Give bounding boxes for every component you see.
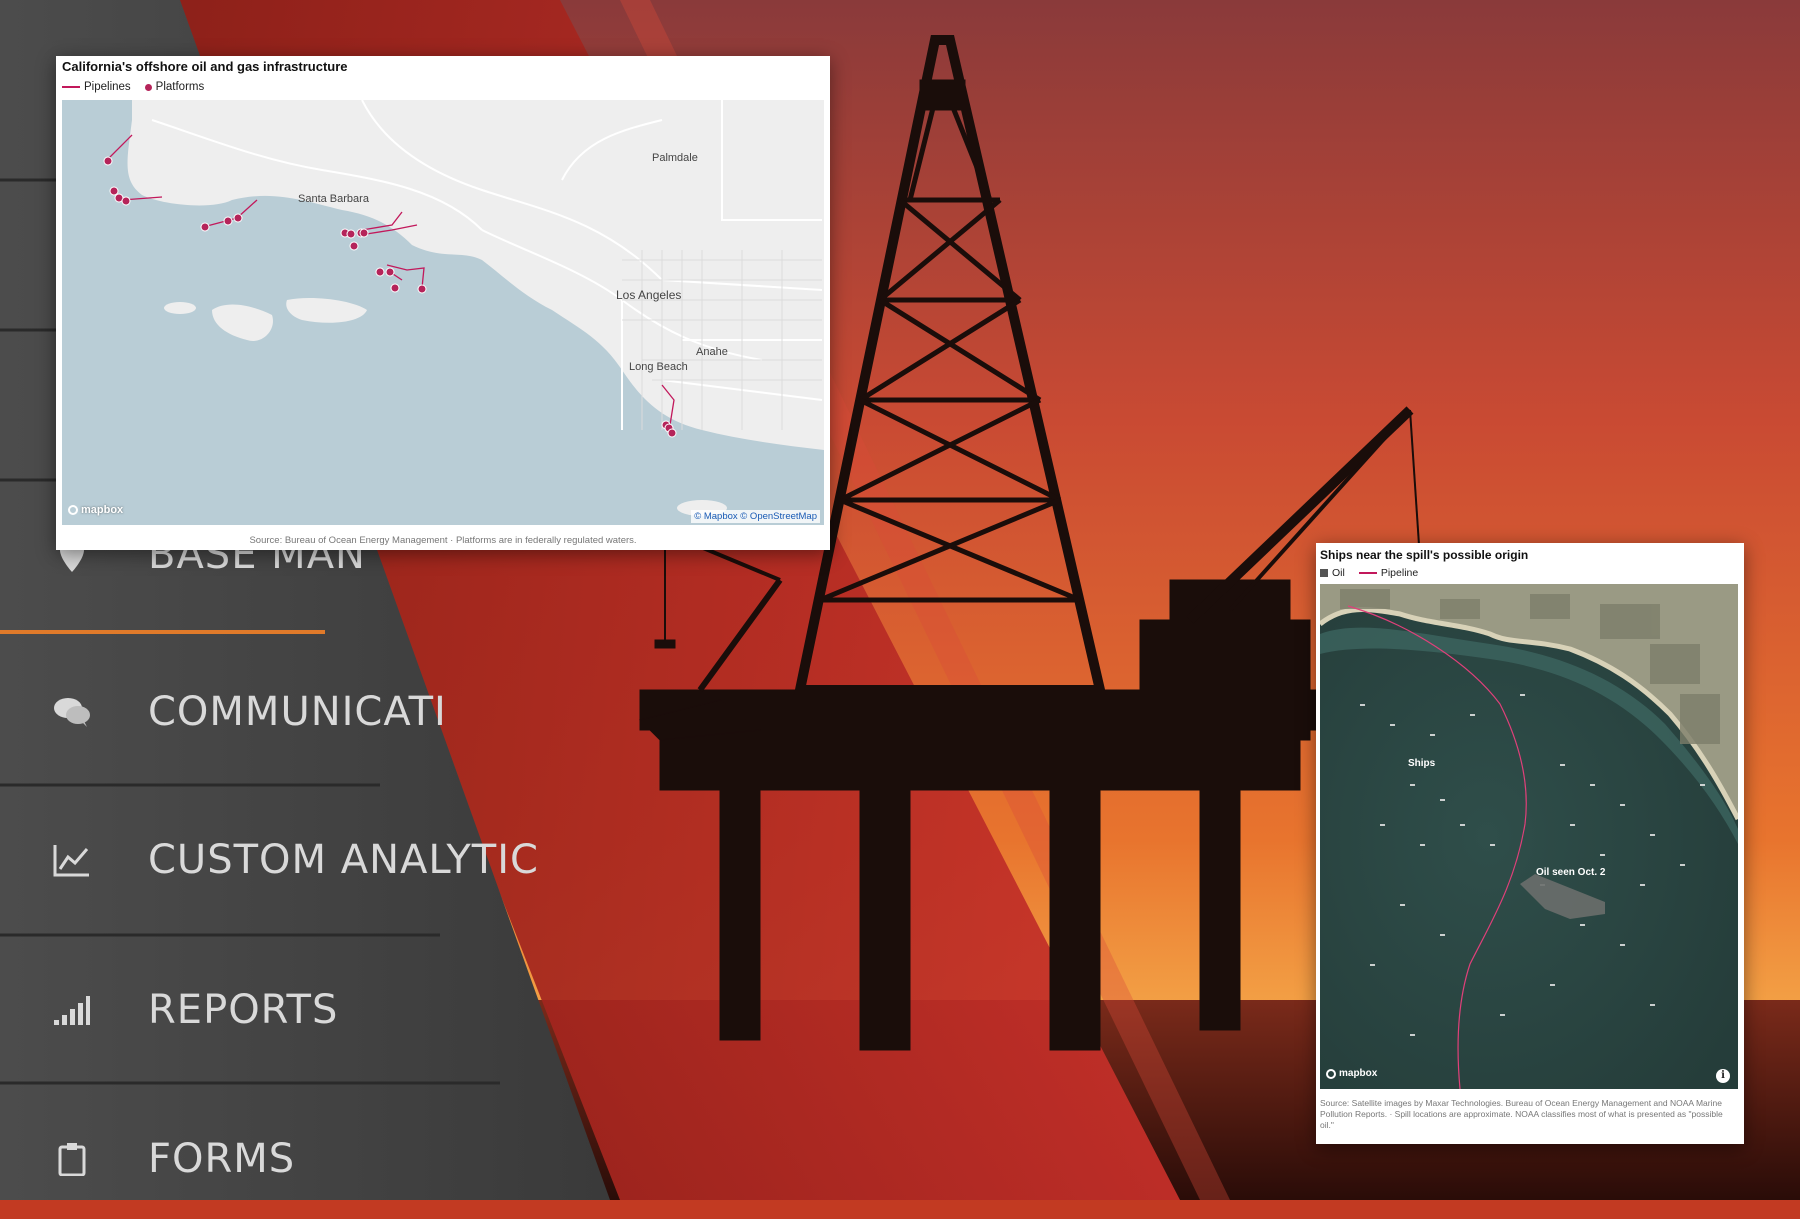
city-label-los-angeles: Los Angeles	[616, 288, 682, 302]
line-chart-icon	[42, 840, 102, 880]
menu-label-reports: REPORTS	[148, 987, 339, 1033]
menu-label-forms: FORMS	[148, 1136, 296, 1182]
clipboard-icon	[42, 1139, 102, 1179]
menu-item-forms[interactable]: FORMS	[0, 1099, 800, 1219]
ships-annotation: Ships	[1408, 758, 1436, 769]
legend-platforms: Platforms	[144, 81, 204, 93]
map2-graphics	[1320, 584, 1738, 1089]
mapbox-logo-icon	[68, 505, 78, 515]
menu-item-reports[interactable]: REPORTS	[0, 950, 800, 1070]
map1-attribution[interactable]: © Mapbox © OpenStreetMap	[691, 510, 820, 523]
legend-pipeline: Pipeline	[1358, 567, 1418, 579]
oil-square-icon	[1320, 569, 1328, 577]
map2-legend: Oil Pipeline	[1320, 567, 1418, 579]
map1-graphics	[62, 100, 824, 525]
signal-bars-icon	[42, 990, 102, 1030]
map1-area[interactable]: Palmdale Santa Barbara Los Angeles Anahe…	[62, 100, 824, 525]
map2-source: Source: Satellite images by Maxar Techno…	[1320, 1098, 1723, 1130]
legend-pipelines: Pipelines	[62, 81, 131, 93]
map2-satellite-area[interactable]: Ships Oil seen Oct. 2 mapbox i	[1320, 584, 1738, 1089]
pipeline-line-icon	[62, 86, 80, 88]
california-infrastructure-map-card: California's offshore oil and gas infras…	[56, 56, 830, 550]
map1-legend: Pipelines Platforms	[62, 81, 204, 93]
city-label-santa-barbara: Santa Barbara	[298, 193, 369, 205]
info-icon[interactable]: i	[1716, 1069, 1730, 1083]
platform-dot-icon	[144, 83, 152, 91]
ships-spill-map-card: Ships near the spill's possible origin O…	[1316, 543, 1744, 1144]
menu-label-communications: COMMUNICATI	[148, 689, 447, 735]
oil-seen-annotation: Oil seen Oct. 2	[1536, 867, 1606, 878]
chat-bubbles-icon	[42, 692, 102, 732]
city-label-palmdale: Palmdale	[652, 152, 698, 164]
map1-source: Source: Bureau of Ocean Energy Managemen…	[249, 535, 637, 546]
menu-label-custom-analytics: CUSTOM ANALYTIC	[148, 837, 539, 883]
map2-title: Ships near the spill's possible origin	[1320, 548, 1529, 562]
map1-title: California's offshore oil and gas infras…	[62, 59, 348, 74]
legend-oil: Oil	[1320, 567, 1345, 579]
menu-item-custom-analytics[interactable]: CUSTOM ANALYTIC	[0, 800, 800, 920]
mapbox-logo[interactable]: mapbox	[1326, 1068, 1377, 1079]
mapbox-logo[interactable]: mapbox	[68, 504, 123, 516]
pipeline-line-icon	[1358, 572, 1377, 574]
mapbox-logo-icon	[1326, 1068, 1336, 1079]
city-label-anaheim: Anahe	[696, 346, 728, 358]
city-label-long-beach: Long Beach	[629, 361, 688, 373]
menu-item-communications[interactable]: COMMUNICATI	[0, 652, 800, 772]
